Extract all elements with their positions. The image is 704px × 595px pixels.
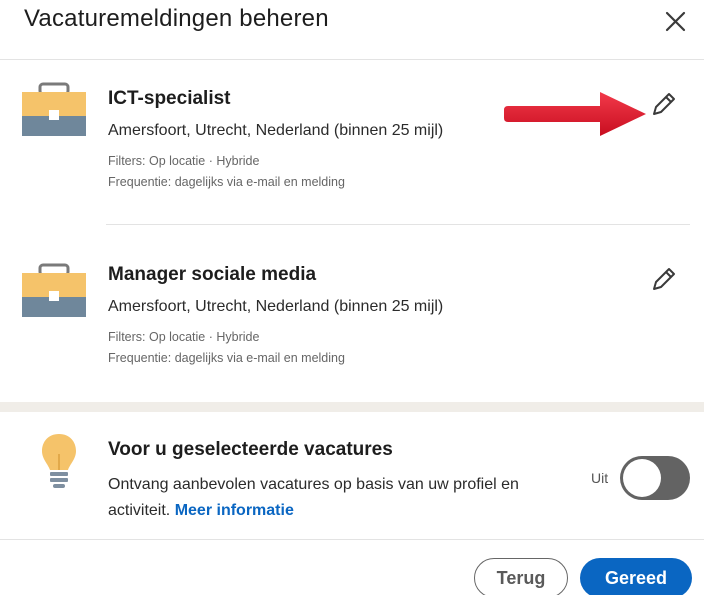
recommended-jobs-section: Voor u geselecteerde vacatures Ontvang a… xyxy=(0,412,704,540)
alert-frequency: Frequentie: dagelijks via e-mail en meld… xyxy=(108,351,345,365)
job-alert-item: ICT-specialist Amersfoort, Utrecht, Nede… xyxy=(0,60,704,225)
done-button[interactable]: Gereed xyxy=(580,558,692,595)
close-icon[interactable] xyxy=(658,3,694,39)
alert-frequency: Frequentie: dagelijks via e-mail en meld… xyxy=(108,175,345,189)
toggle-knob xyxy=(623,459,661,497)
more-info-link[interactable]: Meer informatie xyxy=(175,502,294,519)
dialog-header: Vacaturemeldingen beheren xyxy=(0,0,704,60)
alert-location: Amersfoort, Utrecht, Nederland (binnen 2… xyxy=(108,122,444,139)
section-separator xyxy=(0,402,704,412)
back-button[interactable]: Terug xyxy=(474,558,568,595)
recommended-toggle[interactable] xyxy=(620,456,690,500)
pencil-icon[interactable] xyxy=(648,90,678,120)
pencil-icon[interactable] xyxy=(648,265,678,295)
recommended-description-text: Ontvang aanbevolen vacatures op basis va… xyxy=(108,476,519,519)
recommended-title: Voor u geselecteerde vacatures xyxy=(108,439,393,460)
briefcase-icon xyxy=(22,263,86,317)
dialog-title: Vacaturemeldingen beheren xyxy=(24,5,329,32)
alert-title: Manager sociale media xyxy=(108,264,317,285)
annotation-arrow-icon xyxy=(504,92,646,136)
alert-filters: Filters: Op locatie · Hybride xyxy=(108,154,260,168)
job-alert-item: Manager sociale media Amersfoort, Utrech… xyxy=(0,225,704,402)
recommended-description: Ontvang aanbevolen vacatures op basis va… xyxy=(108,472,568,524)
alert-title: ICT-specialist xyxy=(108,88,231,109)
alert-filters: Filters: Op locatie · Hybride xyxy=(108,330,260,344)
alert-location: Amersfoort, Utrecht, Nederland (binnen 2… xyxy=(108,298,444,315)
lightbulb-icon xyxy=(42,434,76,488)
dialog-footer: Terug Gereed xyxy=(0,541,704,595)
toggle-state-label: Uit xyxy=(591,470,609,486)
briefcase-icon xyxy=(22,82,86,136)
